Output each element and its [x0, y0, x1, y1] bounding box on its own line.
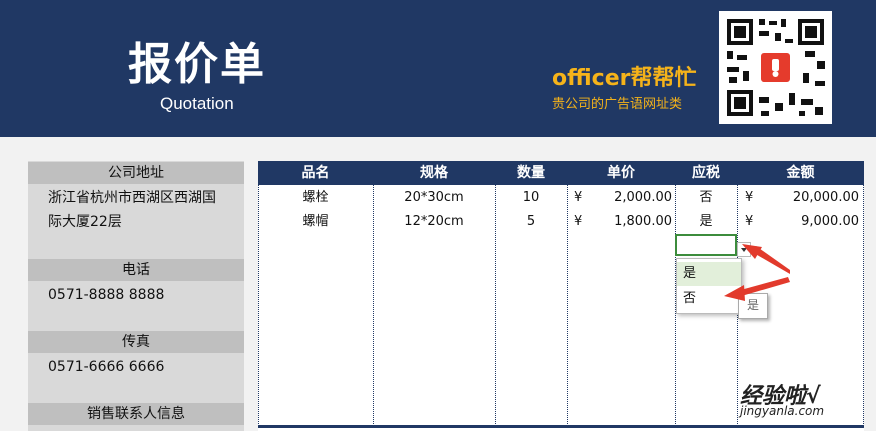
col-header-tax: 应税 — [692, 165, 720, 181]
cell-qty[interactable]: 5 — [495, 211, 567, 233]
input-tooltip: 是 — [738, 293, 768, 319]
cell-amount[interactable]: 20,000.00 — [757, 187, 859, 209]
page-subtitle: Quotation — [160, 94, 234, 113]
cell-price[interactable]: 1,800.00 — [586, 211, 672, 233]
cell-name[interactable]: 螺帽 — [258, 211, 373, 233]
col-header-amount: 金额 — [786, 165, 815, 181]
dropdown-option-no[interactable]: 否 — [677, 287, 741, 311]
col-header-qty: 数量 — [517, 165, 545, 181]
phone-label: 电话 — [28, 259, 244, 281]
col-divider — [567, 185, 568, 426]
cell-name[interactable]: 螺栓 — [258, 187, 373, 209]
brand-slogan: 贵公司的广告语网址类 — [552, 97, 683, 112]
address-label: 公司地址 — [28, 162, 244, 184]
fax-label: 传真 — [28, 331, 244, 353]
table-bottom-border — [258, 425, 864, 428]
fax-value: 0571-6666 6666 — [48, 359, 165, 375]
col-header-name: 品名 — [301, 165, 330, 181]
cell-spec[interactable]: 20*30cm — [373, 187, 495, 209]
cell-currency: ¥ — [574, 214, 583, 229]
dropdown-arrow-button[interactable] — [737, 242, 751, 257]
dropdown-option-yes[interactable]: 是 — [677, 262, 741, 286]
table-header: 品名 规格 数量 单价 应税 金额 — [258, 161, 864, 185]
active-tax-cell[interactable] — [675, 234, 737, 256]
address-line-1: 浙江省杭州市西湖区西湖国 — [48, 190, 216, 206]
col-header-spec: 规格 — [420, 165, 448, 181]
qr-code-image — [719, 11, 832, 124]
cell-qty[interactable]: 10 — [495, 187, 567, 209]
brand-name: officer帮帮忙 — [552, 66, 697, 91]
cell-currency: ¥ — [745, 190, 754, 205]
sales-contact-label: 销售联系人信息 — [28, 403, 244, 425]
cell-amount[interactable]: 9,000.00 — [757, 211, 859, 233]
col-divider — [863, 185, 864, 426]
phone-value: 0571-8888 8888 — [48, 287, 165, 303]
cell-tax[interactable]: 是 — [675, 211, 737, 233]
tax-dropdown-list: 是 否 — [676, 258, 742, 314]
watermark-url: jingyanla.com — [740, 404, 825, 418]
address-line-2: 际大厦22层 — [48, 214, 122, 230]
cell-tax[interactable]: 否 — [675, 187, 737, 209]
cell-price[interactable]: 2,000.00 — [586, 187, 672, 209]
page-title: 报价单 — [128, 39, 266, 90]
col-header-price: 单价 — [607, 165, 635, 181]
cell-spec[interactable]: 12*20cm — [373, 211, 495, 233]
cell-currency: ¥ — [745, 214, 754, 229]
cell-currency: ¥ — [574, 190, 583, 205]
